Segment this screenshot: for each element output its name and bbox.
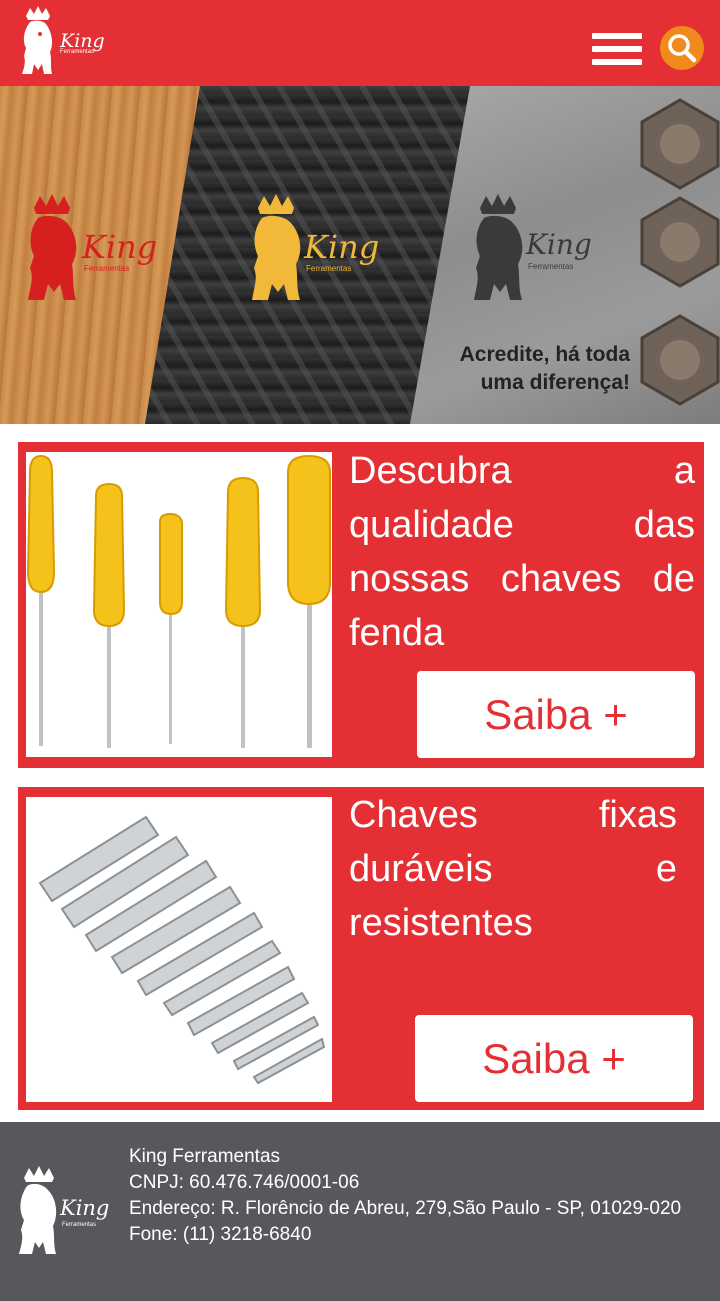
wrenches-icon	[38, 815, 326, 1085]
footer-brand: King	[60, 1196, 110, 1220]
company-address: Endereço: R. Florêncio de Abreu, 279,São…	[129, 1198, 682, 1219]
card-title: Chaves fixas duráveis e resistentes	[349, 794, 677, 944]
banner-logo-red: King Ferramentas	[24, 192, 158, 309]
king-logo[interactable]: King Ferramentas	[18, 4, 105, 78]
bolt-icon	[640, 98, 720, 190]
card-title: Descubra a qualidade das nossas chaves d…	[349, 450, 695, 654]
screwdrivers-icon	[26, 454, 331, 748]
company-cnpj: CNPJ: 60.476.746/0001-06	[129, 1172, 360, 1193]
brand-subtitle: Ferramentas	[60, 49, 95, 55]
saiba-mais-button[interactable]: Saiba +	[415, 1015, 693, 1102]
company-info: King Ferramentas CNPJ: 60.476.746/0001-0…	[129, 1144, 695, 1248]
banner-logo-text: King	[526, 228, 592, 261]
product-card-screwdrivers: Descubra a qualidade das nossas chaves d…	[18, 442, 704, 768]
search-icon	[668, 34, 697, 63]
company-name: King Ferramentas	[129, 1146, 281, 1167]
banner-logo-gray: King Ferramentas	[470, 192, 600, 309]
banner-logo-text: King	[304, 228, 380, 266]
banner-logo-gold: King Ferramentas	[248, 192, 380, 309]
site-footer: King Ferramentas King Ferramentas CNPJ: …	[0, 1122, 720, 1301]
hero-banner[interactable]: King Ferramentas King Ferramentas King F…	[0, 86, 720, 424]
screwdrivers-image[interactable]	[26, 452, 332, 757]
bolt-icon	[640, 314, 720, 406]
site-header: King Ferramentas	[0, 0, 720, 86]
bolt-icon	[640, 196, 720, 288]
lion-crown-icon	[19, 1166, 57, 1254]
hamburger-icon	[592, 33, 642, 39]
lion-crown-icon	[22, 6, 53, 74]
banner-tagline: Acredite, há toda uma diferença!	[459, 343, 630, 394]
company-phone[interactable]: Fone: (11) 3218-6840	[129, 1222, 695, 1248]
search-button[interactable]	[660, 26, 704, 70]
menu-button[interactable]	[592, 33, 644, 69]
product-card-wrenches: Chaves fixas duráveis e resistentes Saib…	[18, 787, 704, 1110]
wrenches-image[interactable]	[26, 797, 332, 1102]
saiba-mais-button[interactable]: Saiba +	[417, 671, 695, 758]
banner-logo-text: King	[82, 228, 158, 266]
footer-logo[interactable]: King Ferramentas	[16, 1164, 116, 1260]
